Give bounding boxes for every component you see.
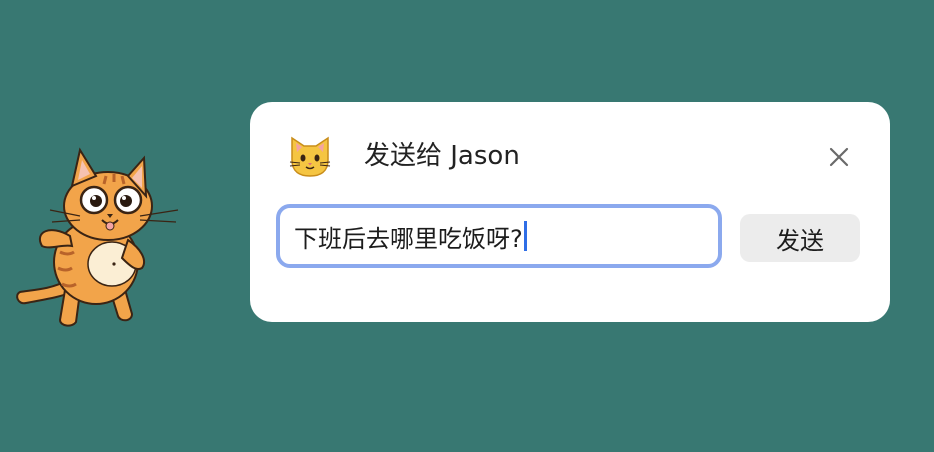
- send-message-dialog: 发送给 Jason 下班后去哪里吃饭呀? 发送: [250, 102, 890, 322]
- message-input-value: 下班后去哪里吃饭呀?: [294, 224, 523, 253]
- dialog-title: 发送给 Jason: [364, 141, 520, 171]
- cartoon-cat-illustration: [16, 147, 179, 327]
- message-input[interactable]: 下班后去哪里吃饭呀?: [276, 204, 722, 268]
- close-icon[interactable]: [824, 142, 854, 172]
- cat-face-icon: [289, 136, 331, 177]
- send-button[interactable]: 发送: [740, 214, 860, 262]
- text-caret: [523, 221, 527, 251]
